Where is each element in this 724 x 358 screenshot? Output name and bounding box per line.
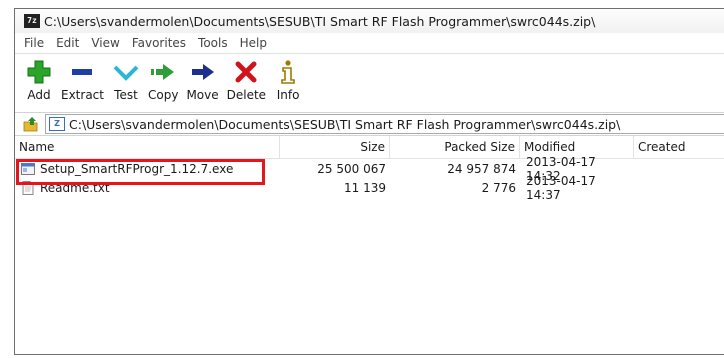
file-packed-size: 24 957 874 <box>447 161 516 176</box>
info-label: Info <box>276 88 300 102</box>
copy-label: Copy <box>147 88 179 102</box>
folder-up-icon[interactable] <box>23 116 39 132</box>
delete-x-icon <box>232 58 260 86</box>
menu-tools[interactable]: Tools <box>198 36 228 50</box>
address-path: C:\Users\svandermolen\Documents\SESUB\TI… <box>69 116 621 132</box>
file-modified: 2013-04-17 14:37 <box>526 173 596 202</box>
toolbar: Add Extract Test Copy Move Delete Info <box>15 53 724 112</box>
title-bar: 7z C:\Users\svandermolen\Documents\SESUB… <box>15 9 724 33</box>
move-label: Move <box>186 88 219 102</box>
column-created[interactable]: Created <box>634 136 724 158</box>
delete-label: Delete <box>226 88 267 102</box>
copy-button[interactable]: Copy <box>144 54 182 102</box>
menu-help[interactable]: Help <box>240 36 267 50</box>
extract-button[interactable]: Extract <box>57 54 108 102</box>
file-name-cell: Setup_SmartRFProgr_1.12.7.exe <box>15 162 280 176</box>
file-packed-size: 2 776 <box>481 180 516 195</box>
minus-icon <box>68 58 96 86</box>
address-field[interactable]: Z C:\Users\svandermolen\Documents\SESUB\… <box>45 114 724 134</box>
exe-file-icon <box>21 162 35 175</box>
archive-window: 7z C:\Users\svandermolen\Documents\SESUB… <box>14 8 724 355</box>
file-name: Setup_SmartRFProgr_1.12.7.exe <box>40 161 234 176</box>
address-bar: Z C:\Users\svandermolen\Documents\SESUB\… <box>15 112 724 136</box>
extract-label: Extract <box>61 88 104 102</box>
text-file-icon <box>22 180 34 195</box>
window-title: C:\Users\svandermolen\Documents\SESUB\TI… <box>44 13 596 29</box>
info-icon <box>274 58 302 86</box>
file-size: 11 139 <box>344 180 386 195</box>
checkmark-icon <box>112 58 140 86</box>
file-name-cell: Readme.txt <box>15 180 280 195</box>
delete-button[interactable]: Delete <box>223 54 270 102</box>
test-button[interactable]: Test <box>108 54 144 102</box>
menu-view[interactable]: View <box>91 36 119 50</box>
column-packed-size[interactable]: Packed Size <box>390 136 520 158</box>
menu-favorites[interactable]: Favorites <box>132 36 186 50</box>
file-list: Name Size Packed Size Modified Created S… <box>15 136 724 202</box>
copy-arrow-icon <box>149 58 177 86</box>
menu-edit[interactable]: Edit <box>56 36 79 50</box>
move-arrow-icon <box>189 58 217 86</box>
menu-file[interactable]: File <box>24 36 44 50</box>
add-label: Add <box>27 88 51 102</box>
plus-icon <box>25 58 53 86</box>
menu-bar: File Edit View Favorites Tools Help <box>15 33 724 53</box>
file-size: 25 500 067 <box>317 161 386 176</box>
archive-path-icon: Z <box>49 117 65 131</box>
test-label: Test <box>114 88 138 102</box>
column-size[interactable]: Size <box>280 136 390 158</box>
file-row[interactable]: Readme.txt 11 139 2 776 2013-04-17 14:37 <box>15 174 724 202</box>
7zip-app-icon: 7z <box>24 14 40 28</box>
file-name: Readme.txt <box>40 180 110 195</box>
add-button[interactable]: Add <box>21 54 57 102</box>
move-button[interactable]: Move <box>182 54 222 102</box>
info-button[interactable]: Info <box>270 54 306 102</box>
column-name[interactable]: Name <box>15 136 280 158</box>
